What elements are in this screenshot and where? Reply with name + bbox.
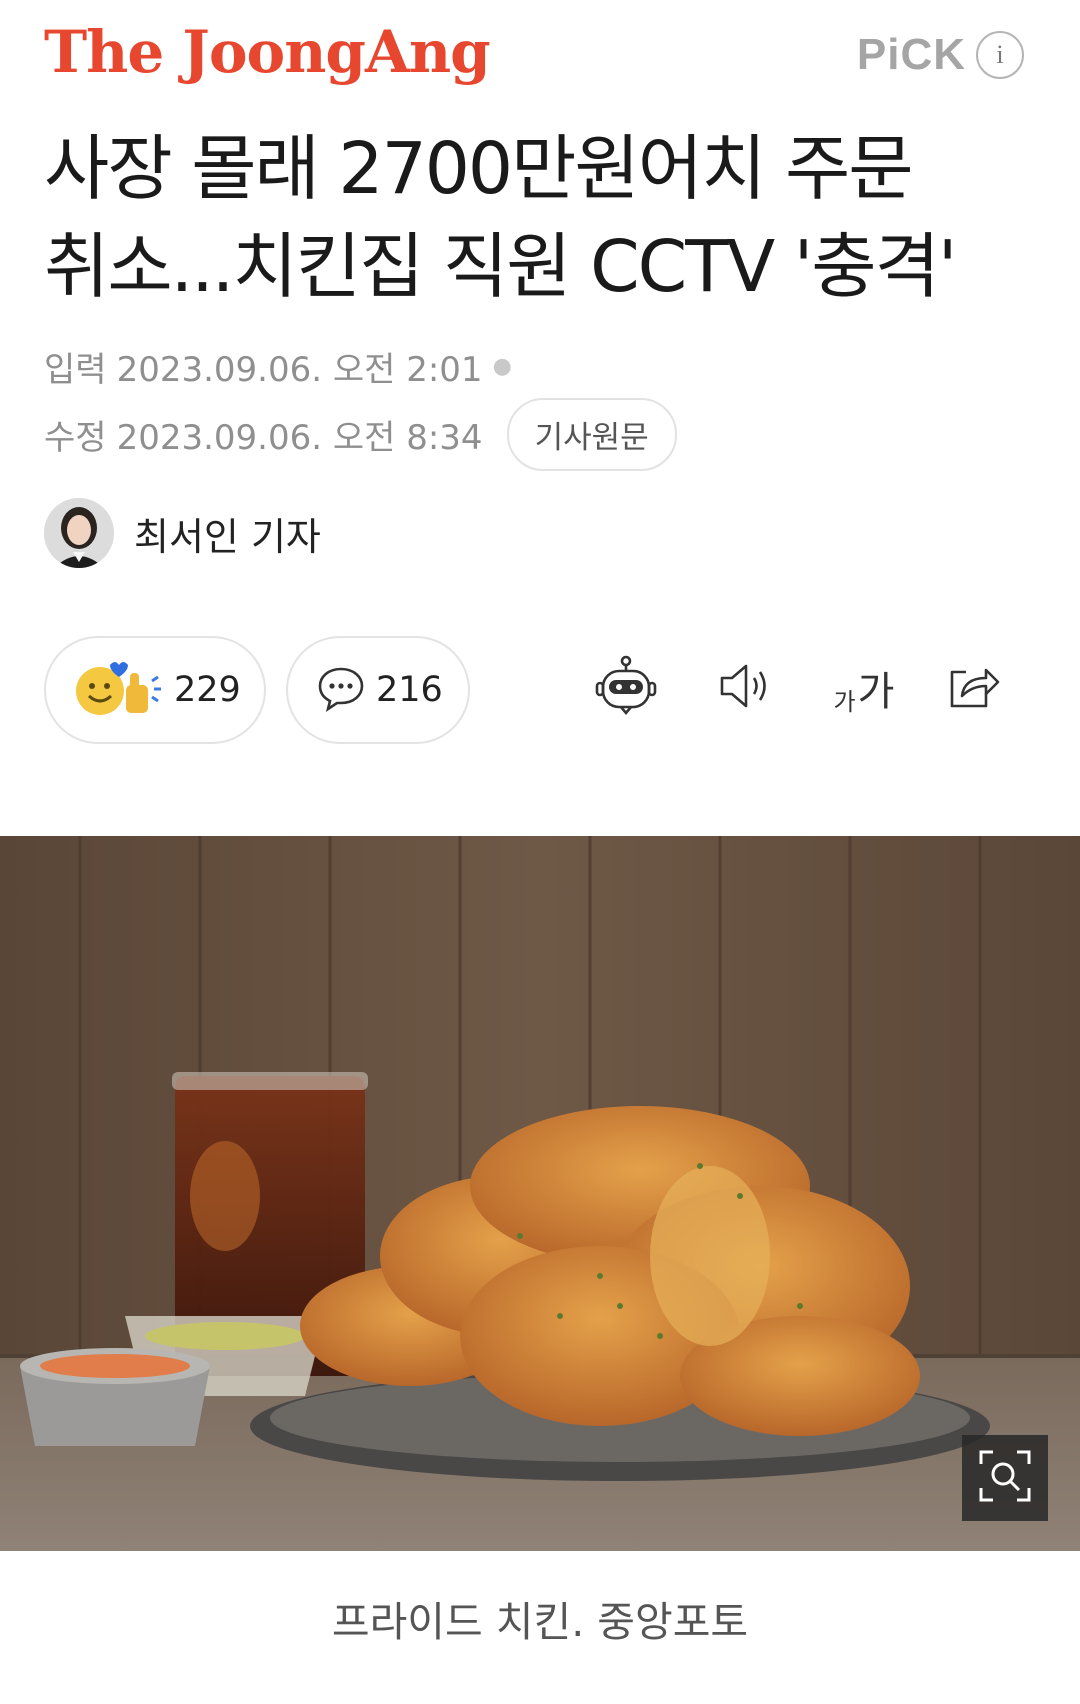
- article-title-line1: 사장 몰래 2700만원어치 주문: [44, 127, 914, 210]
- author-avatar[interactable]: [44, 498, 114, 568]
- comment-bubble-icon: [316, 663, 366, 717]
- original-article-button[interactable]: 기사원문: [506, 398, 677, 471]
- input-datetime: 2023.09.06. 오전 2:01: [116, 350, 483, 390]
- pick-label: PiCK: [856, 30, 966, 79]
- font-size-small-label: 가: [833, 688, 856, 716]
- author-row[interactable]: 최서인 기자: [44, 498, 321, 568]
- comment-button[interactable]: 216: [286, 636, 470, 744]
- modified-datetime: 2023.09.06. 오전 8:34: [116, 418, 483, 458]
- summary-bot-button[interactable]: [590, 652, 662, 724]
- article-title-line2: 취소...치킨집 직원 CCTV '충격': [44, 225, 957, 308]
- reaction-count: 229: [174, 670, 241, 710]
- modified-label: 수정: [44, 418, 107, 458]
- share-icon: [942, 656, 1002, 720]
- input-label: 입력: [44, 350, 107, 390]
- font-size-icon: 가 가: [834, 659, 895, 717]
- font-size-large-label: 가: [857, 669, 895, 715]
- fried-chicken-image: [0, 836, 1080, 1551]
- author-name[interactable]: 최서인 기자: [134, 506, 321, 561]
- article-photo[interactable]: [0, 836, 1080, 1551]
- speaker-icon: [714, 656, 774, 720]
- info-icon[interactable]: i: [976, 31, 1024, 79]
- comment-count: 216: [376, 670, 443, 710]
- action-bar: 229 216 가 가: [44, 636, 1040, 746]
- top-header: The JoongAng PiCK i: [0, 0, 1080, 120]
- pick-badge[interactable]: PiCK i: [857, 30, 1024, 80]
- font-size-button[interactable]: 가 가: [818, 652, 910, 724]
- share-button[interactable]: [936, 652, 1008, 724]
- input-date-row: 입력 2023.09.06. 오전 2:01 ●: [44, 342, 512, 391]
- separator-dot: ●: [492, 354, 512, 379]
- reaction-emoji-icon: [74, 659, 164, 721]
- article-title: 사장 몰래 2700만원어치 주문 취소...치킨집 직원 CCTV '충격': [44, 120, 1044, 316]
- zoom-button[interactable]: [962, 1435, 1048, 1521]
- zoom-search-icon: [977, 1448, 1033, 1508]
- modified-date-row: 수정 2023.09.06. 오전 8:34 기사원문: [44, 398, 677, 471]
- summary-bot-icon: [593, 653, 659, 723]
- reaction-button[interactable]: 229: [44, 636, 266, 744]
- text-to-speech-button[interactable]: [708, 652, 780, 724]
- photo-caption: 프라이드 치킨. 중앙포토: [331, 1598, 749, 1646]
- joongang-logo[interactable]: The JoongAng: [44, 18, 491, 86]
